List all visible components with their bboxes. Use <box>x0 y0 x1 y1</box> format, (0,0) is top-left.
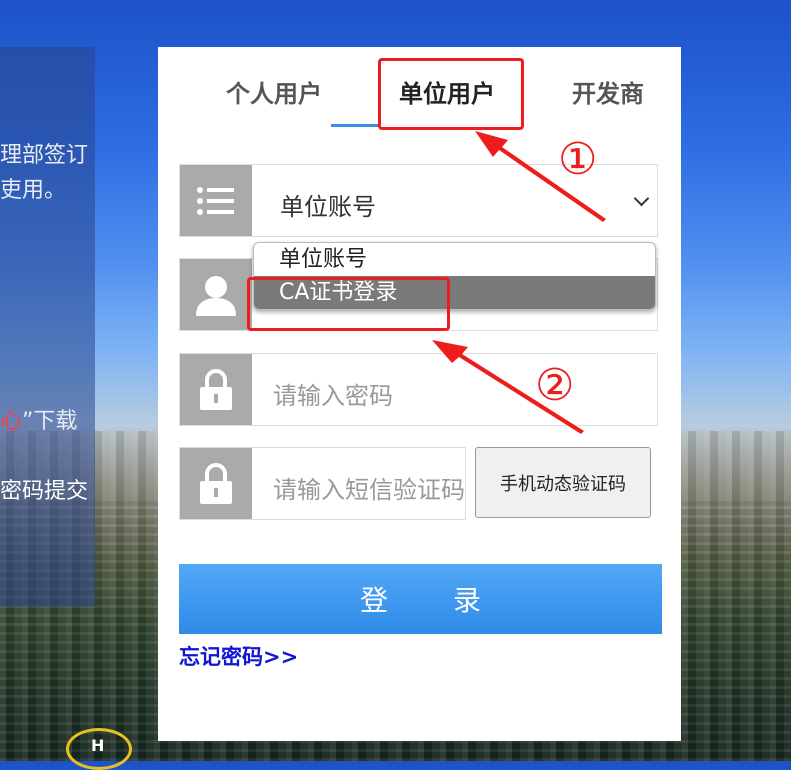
login-card: 个人用户 单位用户 开发商 单位账号 请输入密码 请输入短信验证码 手机动态验证… <box>158 47 681 741</box>
sms-code-placeholder: 请输入短信验证码 <box>273 476 465 504</box>
active-tab-indicator <box>331 124 381 127</box>
user-icon <box>180 259 252 330</box>
dropdown-option-unit-account[interactable]: 单位账号 <box>254 243 655 276</box>
helipad-mark: H <box>66 728 132 770</box>
highlight-box-ca-option <box>247 277 450 331</box>
account-type-value: 单位账号 <box>280 193 376 221</box>
info-line-2: 吏用。 <box>0 178 67 203</box>
info-line-4: 密码提交 <box>0 479 89 504</box>
left-info-panel <box>0 47 95 607</box>
sms-code-field[interactable]: 请输入短信验证码 <box>179 447 466 520</box>
forgot-password-link[interactable]: 忘记密码>> <box>179 641 298 671</box>
login-button[interactable]: 登 录 <box>179 564 662 634</box>
annotation-number-two: ② <box>535 360 575 411</box>
info-line-3-rest: ”下载 <box>22 409 78 434</box>
info-line-3: 心”下载 <box>0 403 77 435</box>
tab-developer[interactable]: 开发商 <box>572 74 644 109</box>
highlight-box-unit-tab <box>378 58 524 130</box>
password-placeholder: 请输入密码 <box>273 382 393 410</box>
download-center-link[interactable]: 心 <box>0 409 22 434</box>
list-icon <box>180 165 252 236</box>
annotation-number-one: ① <box>558 134 598 185</box>
lock-icon <box>180 448 252 519</box>
tab-personal-user[interactable]: 个人用户 <box>226 74 322 109</box>
lock-icon <box>180 354 252 425</box>
password-field[interactable]: 请输入密码 <box>179 353 658 426</box>
info-line-1: 理部签订 <box>0 143 89 168</box>
get-sms-code-button[interactable]: 手机动态验证码 <box>475 447 651 518</box>
chevron-down-icon <box>633 190 650 207</box>
